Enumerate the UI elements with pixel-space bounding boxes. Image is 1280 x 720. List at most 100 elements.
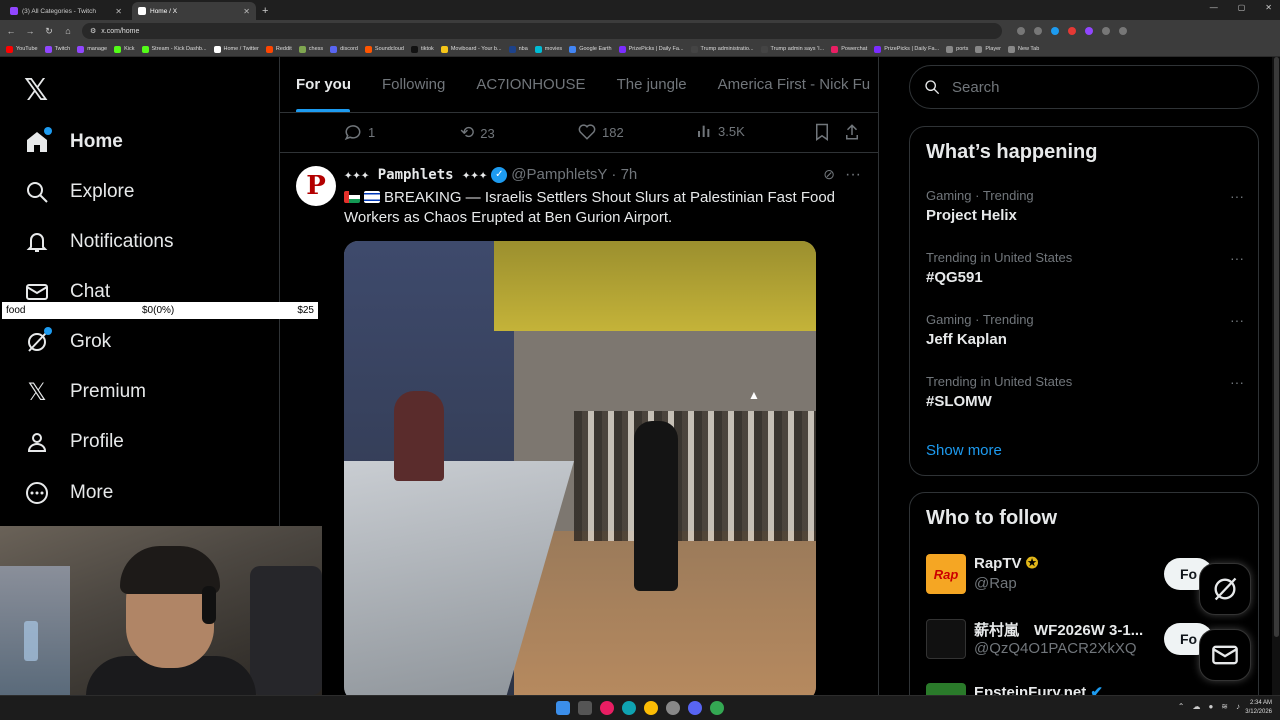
page-scrollbar[interactable] xyxy=(1272,57,1280,695)
mic-icon[interactable]: ● xyxy=(1208,702,1213,711)
extension-icon[interactable] xyxy=(1085,27,1093,35)
tab-following[interactable]: Following xyxy=(382,57,445,112)
bookmark-item[interactable]: PrizePicks | Daily Fa... xyxy=(618,45,684,53)
bookmark-item[interactable]: Trump admin says 'I... xyxy=(760,45,824,53)
tab-for-you[interactable]: For you xyxy=(296,57,351,112)
repost-button[interactable]: ⟲ 23 xyxy=(460,123,495,143)
x-logo-icon[interactable]: 𝕏 xyxy=(24,73,48,108)
reply-button[interactable]: 1 xyxy=(344,123,375,141)
tab-the-jungle[interactable]: The jungle xyxy=(617,57,687,112)
extension-icon[interactable] xyxy=(1017,27,1025,35)
forward-icon[interactable]: → xyxy=(25,26,35,36)
app-icon[interactable] xyxy=(600,701,614,715)
tab-ac7ionhouse[interactable]: AC7IONHOUSE xyxy=(476,57,585,112)
bookmark-item[interactable]: chess xyxy=(298,45,323,53)
close-tab-icon[interactable]: ✕ xyxy=(115,7,122,16)
more-options-icon[interactable]: ··· xyxy=(1230,374,1244,390)
bookmark-item[interactable]: movies xyxy=(534,45,562,53)
wifi-icon[interactable]: ≋ xyxy=(1221,702,1228,711)
avatar[interactable] xyxy=(926,619,966,659)
profile-avatar-icon[interactable] xyxy=(1119,27,1127,35)
chrome-icon[interactable] xyxy=(644,701,658,715)
minimize-icon[interactable]: — xyxy=(1210,3,1218,12)
site-info-icon[interactable]: ⚙ xyxy=(90,27,96,35)
edge-icon[interactable] xyxy=(622,701,636,715)
avatar[interactable]: P xyxy=(296,166,336,206)
tab-america-first[interactable]: America First - Nick Fu xyxy=(718,57,871,112)
more-options-icon[interactable]: ··· xyxy=(1230,250,1244,266)
reload-icon[interactable]: ↻ xyxy=(44,26,54,37)
bookmark-item[interactable]: Kick xyxy=(114,45,135,53)
bookmark-item[interactable]: Soundcloud xyxy=(364,45,404,53)
extension-icon[interactable] xyxy=(1051,27,1059,35)
cloud-icon[interactable]: ☁ xyxy=(1192,702,1200,711)
nav-more[interactable]: More xyxy=(24,480,113,506)
bookmark-item[interactable]: discord xyxy=(330,45,358,53)
bookmark-item[interactable]: PrizePicks | Daily Fa... xyxy=(874,45,939,53)
browser-tab-twitch[interactable]: (3) All Categories - Twitch ✕ xyxy=(4,2,128,20)
trend-item[interactable]: Trending in United States #SLOMW ··· xyxy=(926,374,1244,410)
extension-icon[interactable] xyxy=(1102,27,1110,35)
views-button[interactable]: 3.5K xyxy=(696,123,745,139)
back-icon[interactable]: ← xyxy=(6,26,16,36)
bookmark-item[interactable]: YouTube xyxy=(6,45,38,53)
bookmark-item[interactable]: New Tab xyxy=(1008,45,1039,53)
system-clock[interactable]: 2:34 AM 3/12/2026 xyxy=(1245,699,1272,717)
chevron-up-icon[interactable]: ⌃ xyxy=(1178,702,1185,711)
more-options-icon[interactable]: ··· xyxy=(845,166,861,184)
tweet-time[interactable]: · 7h xyxy=(611,166,637,183)
nav-explore[interactable]: Explore xyxy=(24,179,134,205)
bookmark-item[interactable]: Powerchat xyxy=(831,45,867,53)
bookmark-item[interactable]: Google Earth xyxy=(569,45,612,53)
bookmark-item[interactable]: manage xyxy=(77,45,107,53)
more-options-icon[interactable]: ··· xyxy=(1230,188,1244,204)
bookmark-item[interactable]: nba xyxy=(508,45,528,53)
grok-fab-button[interactable] xyxy=(1199,563,1251,615)
windows-start-icon[interactable] xyxy=(556,701,570,715)
nav-premium[interactable]: 𝕏 Premium xyxy=(24,378,146,406)
extension-icon[interactable] xyxy=(1068,27,1076,35)
author-name[interactable]: ✦✦✦ Pamphlets ✦✦✦ xyxy=(344,167,487,183)
nav-home[interactable]: Home xyxy=(24,127,123,155)
bookmark-item[interactable]: Home / Twitter xyxy=(213,45,259,53)
close-tab-icon[interactable]: ✕ xyxy=(243,7,250,16)
follow-suggestion[interactable]: Rap RapTV ✪ @Rap Fo xyxy=(926,554,1246,598)
bookmark-button[interactable] xyxy=(814,123,830,141)
avatar[interactable]: Rap xyxy=(926,554,966,594)
tweet-video[interactable]: ▲ xyxy=(344,241,816,695)
bookmark-item[interactable]: Trump administratio... xyxy=(690,45,754,53)
search-icon[interactable] xyxy=(578,701,592,715)
close-window-icon[interactable]: ✕ xyxy=(1265,3,1272,12)
trend-item[interactable]: Gaming · Trending Project Helix ··· xyxy=(926,188,1244,224)
bookmark-item[interactable]: Reddit xyxy=(265,45,292,53)
bookmark-item[interactable]: Twitch xyxy=(44,45,70,53)
more-options-icon[interactable]: ··· xyxy=(1230,312,1244,328)
follow-suggestion[interactable]: EpsteinFury.net ✔ xyxy=(926,683,1246,695)
bookmark-item[interactable]: ports xyxy=(946,45,968,53)
nav-notifications[interactable]: Notifications xyxy=(24,229,174,255)
like-button[interactable]: 182 xyxy=(578,123,624,141)
trend-item[interactable]: Gaming · Trending Jeff Kaplan ··· xyxy=(926,312,1244,348)
nav-profile[interactable]: Profile xyxy=(24,429,124,455)
bookmark-item[interactable]: Moviboard - Your b... xyxy=(440,45,502,53)
app-icon[interactable] xyxy=(666,701,680,715)
trend-item[interactable]: Trending in United States #QG591 ··· xyxy=(926,250,1244,286)
share-button[interactable] xyxy=(844,123,860,141)
volume-icon[interactable]: ♪ xyxy=(1236,702,1240,711)
browser-tab-x[interactable]: Home / X ✕ xyxy=(132,2,256,20)
home-browser-icon[interactable]: ⌂ xyxy=(63,26,73,36)
bookmark-item[interactable]: tiktok xyxy=(410,45,434,53)
scrollbar-thumb[interactable] xyxy=(1274,57,1279,637)
url-field[interactable]: ⚙ x.com/home xyxy=(82,23,1002,39)
maximize-icon[interactable]: ▢ xyxy=(1238,3,1246,12)
nav-grok[interactable]: Grok xyxy=(24,327,111,355)
grok-explain-icon[interactable]: ⊘ xyxy=(823,166,835,183)
search-input[interactable]: Search xyxy=(909,65,1259,109)
show-more-link[interactable]: Show more xyxy=(926,442,1002,459)
bookmark-item[interactable]: Player xyxy=(975,45,1001,53)
follow-suggestion[interactable]: 薪村嵐 WF2026W 3-1... @QzQ4O1PACR2XkXQ Fo xyxy=(926,619,1246,663)
avatar[interactable] xyxy=(926,683,966,695)
messages-fab-button[interactable] xyxy=(1199,629,1251,681)
extension-icon[interactable] xyxy=(1034,27,1042,35)
bookmark-item[interactable]: Stream - Kick Dashb... xyxy=(141,45,207,53)
